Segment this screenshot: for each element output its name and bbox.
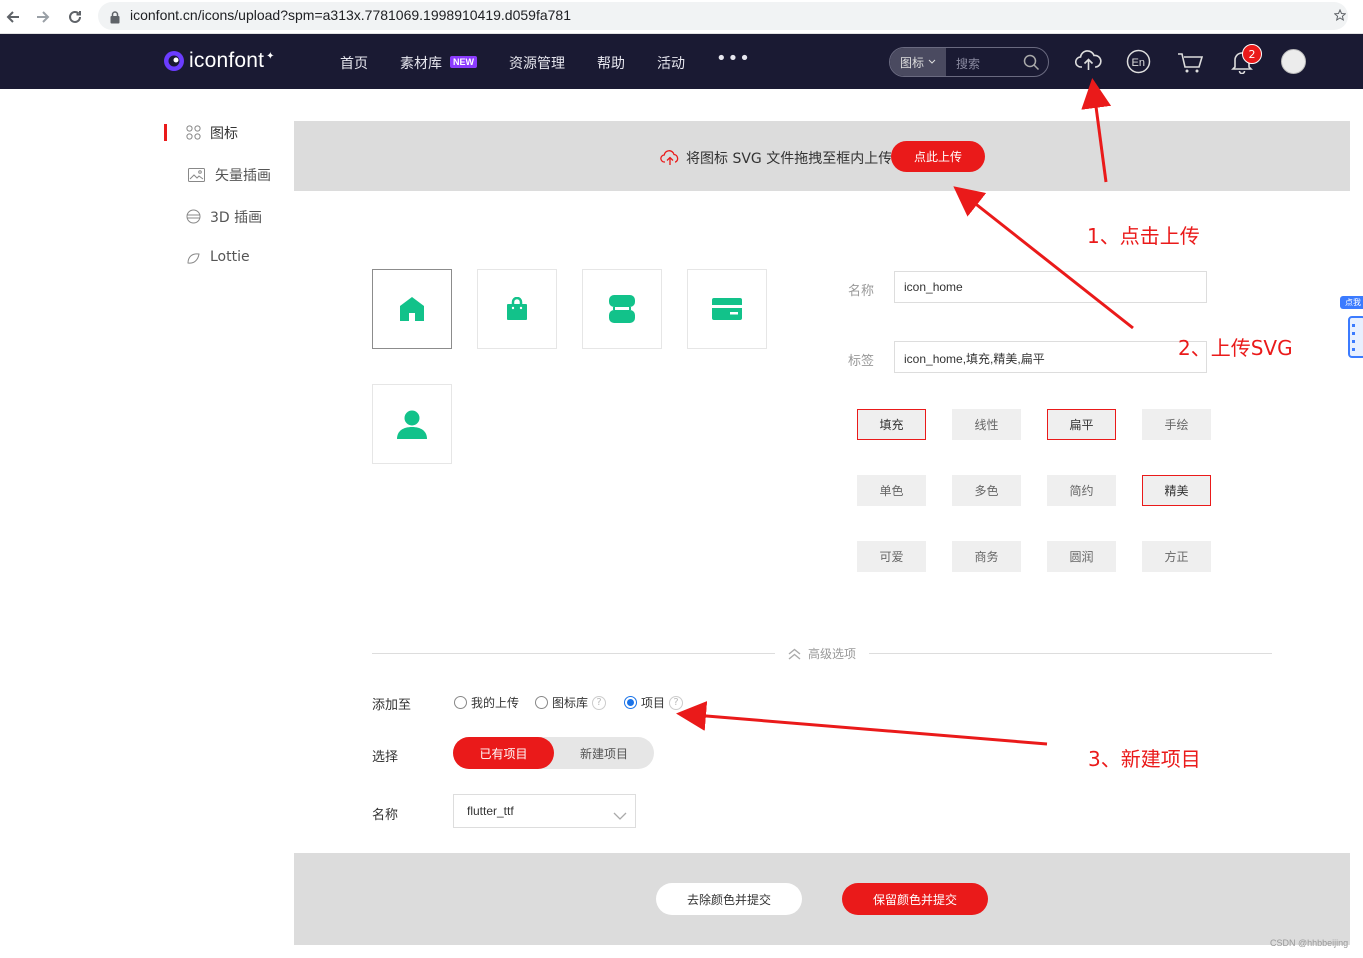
arrow-to-project-radio [676, 701, 1048, 746]
annotation-step2: 2、上传SVG [1178, 336, 1293, 360]
annotation-arrows [676, 78, 1134, 746]
watermark: CSDN @hhbbeijing [1270, 938, 1349, 948]
annotation-step1: 1、点击上传 [1087, 224, 1200, 248]
arrow-to-upload-icon [1081, 78, 1112, 183]
annotation-step3: 3、新建项目 [1088, 747, 1201, 771]
arrow-to-upload-button [953, 186, 1134, 330]
